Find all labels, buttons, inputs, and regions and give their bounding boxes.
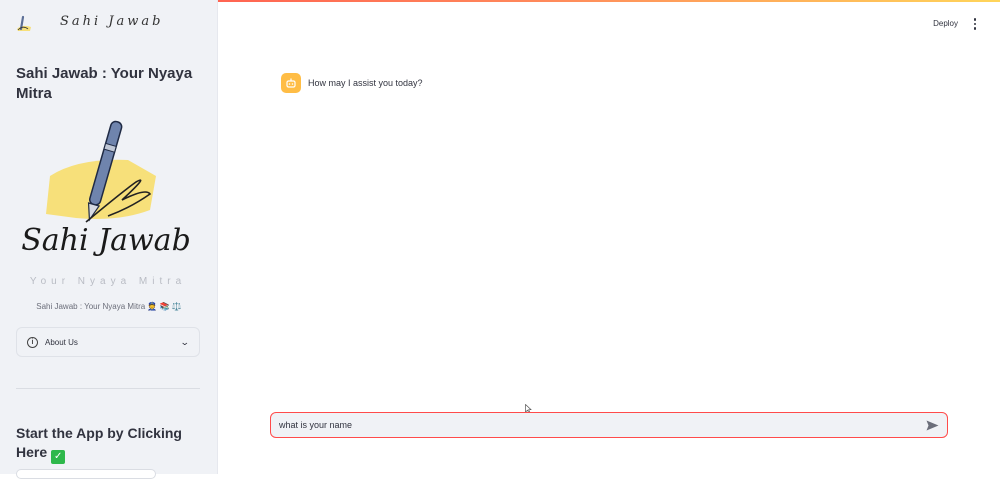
sidebar: Sahi Jawab Sahi Jawab : Your Nyaya Mitra…: [0, 0, 218, 479]
sidebar-logo-icon: [14, 14, 34, 34]
logo-tagline: Your Nyaya Mitra: [30, 276, 186, 287]
about-us-expander[interactable]: i About Us ⌄: [16, 327, 200, 357]
chat-input-box[interactable]: [270, 412, 948, 438]
start-app-heading-text: Start the App by Clicking Here: [16, 425, 182, 460]
app-header: Deploy: [218, 2, 1000, 44]
deploy-button[interactable]: Deploy: [933, 19, 958, 28]
chat-message-text: How may I assist you today?: [308, 78, 423, 88]
kebab-menu-icon[interactable]: [970, 16, 980, 32]
chat-input[interactable]: [279, 420, 925, 430]
chevron-down-icon: ⌄: [180, 336, 191, 347]
logo-main-text: Sahi Jawab: [21, 223, 191, 258]
chat-message: How may I assist you today?: [281, 73, 423, 93]
sidebar-brand-text: Sahi Jawab: [60, 14, 164, 29]
sidebar-caption: Sahi Jawab : Your Nyaya Mitra 👮 📚 ⚖️: [36, 302, 182, 311]
info-icon: i: [27, 336, 38, 348]
bot-icon: [281, 73, 301, 93]
check-mark-icon: ✓: [51, 449, 66, 464]
app-logo: Sahi Jawab Your Nyaya Mitra: [18, 118, 198, 293]
sidebar-start-button[interactable]: [16, 469, 156, 479]
start-app-heading: Start the App by Clicking Here ✓: [16, 424, 206, 464]
sidebar-divider: [16, 388, 200, 389]
about-us-label: About Us: [45, 337, 78, 347]
send-icon[interactable]: [925, 418, 939, 432]
sidebar-title: Sahi Jawab : Your Nyaya Mitra: [16, 65, 193, 102]
